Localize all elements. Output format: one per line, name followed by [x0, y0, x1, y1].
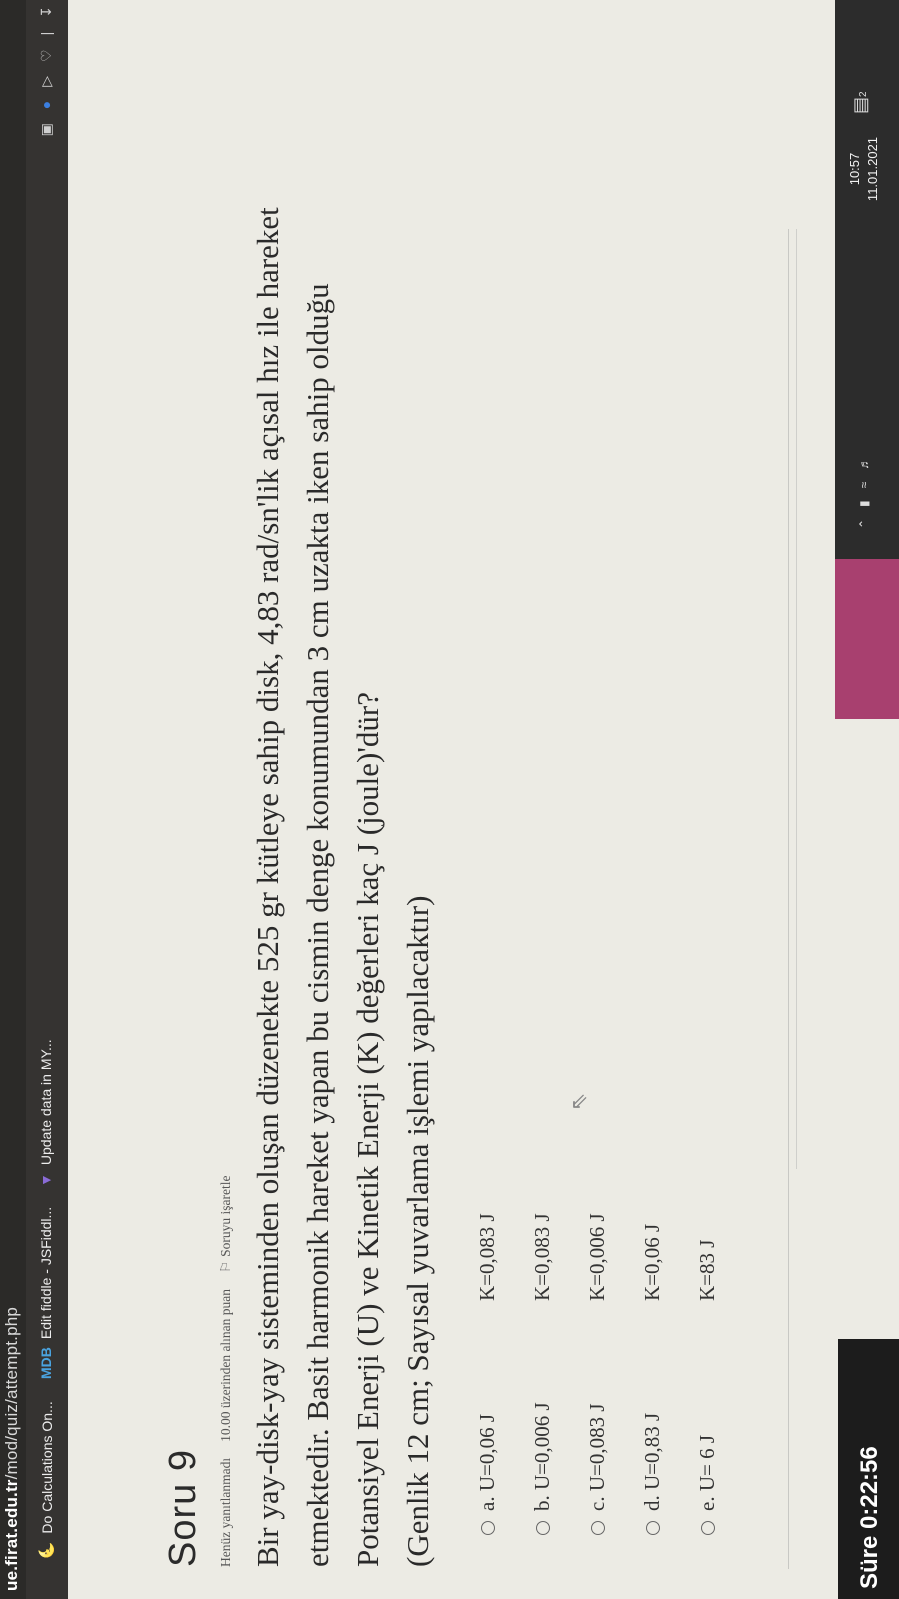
chevron-up-icon[interactable]: ⌃ [857, 519, 871, 529]
play-icon[interactable]: ▷ [38, 76, 55, 87]
volume-icon[interactable]: ♬ [857, 458, 871, 470]
flag-icon: ⚐ [218, 1260, 233, 1273]
radio-button[interactable] [590, 1521, 605, 1535]
answer-option-d[interactable]: d. U=0,83 J K=0,06 J [625, 1213, 680, 1535]
answer-option-a[interactable]: a. U=0,06 J K=0,083 J [460, 1213, 515, 1535]
question-meta: Henüz yanıtlanmadı 10.00 üzerinden alına… [218, 1175, 234, 1567]
bookmarks-bar: 🌜 Do Calculations On... MDB Edit fiddle … [26, 0, 68, 1599]
question-text: Bir yay-disk-yay sisteminden oluşan düze… [250, 207, 435, 1567]
camera-icon[interactable]: ▣ [38, 123, 55, 136]
address-bar[interactable]: ue.firat.edu.tr/mod/quiz/attempt.php [0, 0, 26, 1599]
download-icon[interactable]: ↧ [38, 6, 55, 18]
question-note: (Genlik 12 cm; Sayısal yuvarlama işlemi … [400, 895, 435, 1567]
answer-option-e[interactable]: e. U= 6 J K=83 J [680, 1213, 735, 1535]
extension-icon[interactable]: ● [38, 101, 55, 109]
page-content: Soru 9 Henüz yanıtlanmadı 10.00 üzerinde… [68, 0, 899, 1599]
bookmark-power-bi[interactable]: ▼ Update data in MY... [38, 1039, 54, 1187]
question-status: Henüz yanıtlanmadı [218, 1457, 233, 1567]
radio-button[interactable] [480, 1521, 495, 1535]
separator-icon: | [38, 31, 54, 36]
battery-icon[interactable]: ▮ [857, 500, 871, 507]
system-tray: ⌃ ▮ ≈ ♬ [857, 458, 871, 529]
question-title: Soru 9 [162, 1449, 204, 1567]
answer-options: a. U=0,06 J K=0,083 J b. U=0,006 J K=0,0… [460, 1213, 735, 1535]
radio-button[interactable] [700, 1521, 715, 1535]
system-clock[interactable]: 10:57 11.01.2021 [846, 129, 882, 209]
heart-icon[interactable]: ♡ [38, 49, 55, 62]
taskbar-app-highlight[interactable] [835, 559, 899, 719]
quiz-timer: Süre 0:22:56 [838, 1339, 899, 1599]
bookmark-jsfiddle[interactable]: MDB Edit fiddle - JSFiddl... [38, 1207, 54, 1379]
answer-option-c[interactable]: c. U=0,083 J K=0,006 J [570, 1213, 625, 1535]
divider [788, 229, 789, 1569]
radio-button[interactable] [645, 1521, 660, 1535]
flag-question[interactable]: ⚐Soruyu işaretle [218, 1175, 234, 1272]
bookmark-calculations[interactable]: 🌜 Do Calculations On... [38, 1401, 55, 1559]
divider [796, 229, 797, 1169]
answer-option-b[interactable]: b. U=0,006 J K=0,083 J [515, 1213, 570, 1535]
question-points: 10.00 üzerinden alınan puan [218, 1288, 233, 1442]
taskbar: ⌃ ▮ ≈ ♬ [835, 0, 899, 559]
notification-icon[interactable]: ▤2 [850, 91, 871, 114]
browser-toolbar-right: ▣ ● ▷ ♡ | ↧ [38, 6, 55, 136]
screen: ue.firat.edu.tr/mod/quiz/attempt.php 🌜 D… [0, 0, 899, 1599]
calculator-icon: 🌜 [38, 1541, 54, 1559]
radio-button[interactable] [535, 1521, 550, 1535]
mouse-cursor-icon: ⇖ [566, 1092, 591, 1111]
url-text[interactable]: ue.firat.edu.tr/mod/quiz/attempt.php [2, 1307, 22, 1591]
mdb-icon: MDB [38, 1347, 54, 1379]
wifi-icon[interactable]: ≈ [857, 482, 871, 489]
power-bi-icon: ▼ [38, 1173, 54, 1187]
